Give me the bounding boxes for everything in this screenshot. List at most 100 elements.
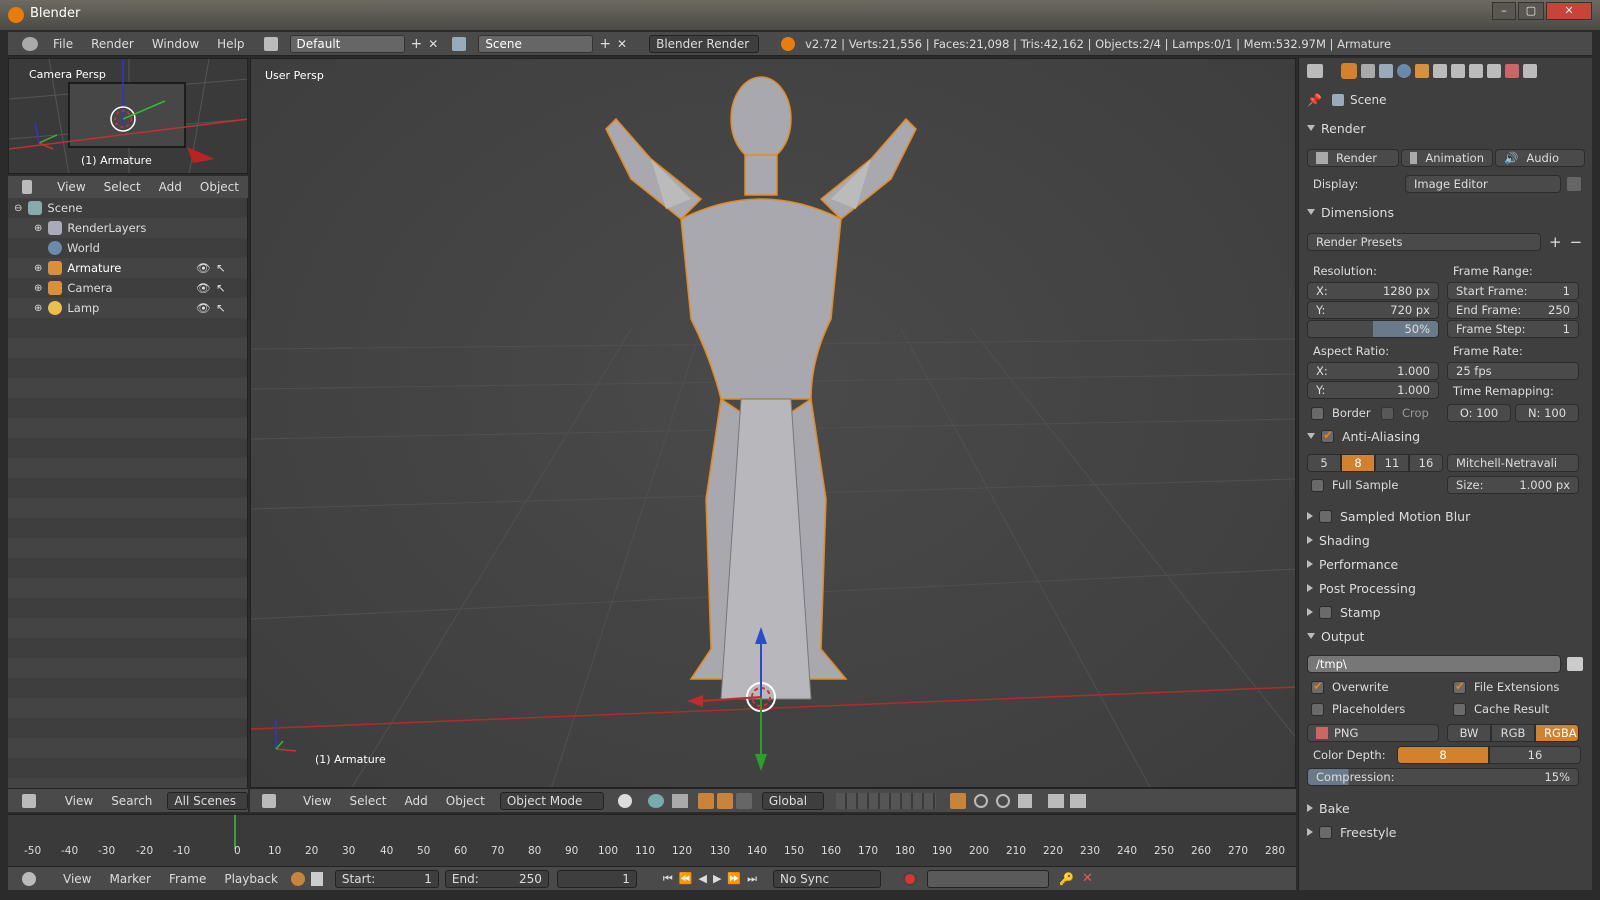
world-tab-icon[interactable] [1397,64,1411,78]
viewport-menu-add[interactable]: Add [396,794,437,808]
frame-rate-select[interactable]: 25 fps [1447,362,1579,380]
viewport-menu-view[interactable]: View [294,794,340,808]
panel-header-anti-aliasing[interactable]: Anti-Aliasing [1307,426,1585,446]
layer-buttons[interactable] [835,792,936,809]
panel-header-freestyle[interactable]: Freestyle [1307,822,1585,842]
panel-header-dimensions[interactable]: Dimensions [1307,202,1585,222]
panel-header-output[interactable]: Output [1307,626,1585,646]
transform-orientation-select[interactable]: Global [761,791,824,810]
scene-tab-icon[interactable] [1379,64,1393,78]
playback-controls[interactable]: ⏮⏪◀▶⏩⏭ [663,872,763,886]
physics-tab-icon[interactable] [1523,64,1537,78]
time-remap-new-field[interactable]: N: 100 [1515,404,1579,422]
remove-scene-icon[interactable]: ✕ [617,37,627,51]
color-mode-rgb[interactable]: RGB [1491,724,1535,742]
3d-viewport[interactable]: User Persp (1) Armature [250,58,1296,788]
current-frame-field[interactable]: 1 [556,869,637,888]
color-mode-rgba[interactable]: RGBA [1535,724,1579,742]
compression-slider[interactable]: Compression: 15% [1307,768,1579,786]
render-engine-select[interactable]: Blender Render [649,34,760,53]
panel-header-bake[interactable]: Bake [1307,798,1585,818]
sync-mode-select[interactable]: No Sync [773,869,882,888]
cache-result-checkbox[interactable]: Cache Result [1453,700,1549,718]
menu-render[interactable]: Render [82,37,143,51]
object-tab-icon[interactable] [1415,64,1429,78]
lock-layers-icon[interactable] [949,792,966,809]
scene-selector[interactable]: Scene [478,34,594,53]
outliner-editor-icon[interactable] [22,180,33,194]
resolution-percentage-slider[interactable]: 50% [1307,320,1439,338]
constraints-tab-icon[interactable] [1433,64,1447,78]
texture-tab-icon[interactable] [1505,64,1519,78]
resolution-y-field[interactable]: Y: 720 px [1307,301,1439,319]
panel-header-render[interactable]: Render [1307,118,1585,138]
panel-header-post-processing[interactable]: Post Processing [1307,578,1585,598]
time-remap-old-field[interactable]: O: 100 [1447,404,1511,422]
aa-filter-select[interactable]: Mitchell-Netravali [1447,454,1579,472]
add-scene-icon[interactable]: + [599,36,611,52]
aa-sample-16[interactable]: 16 [1409,454,1443,472]
visibility-eye-icon[interactable]: 👁 [196,301,211,315]
viewport-editor-icon[interactable] [262,793,276,808]
snap-element-icon[interactable] [1017,793,1032,808]
display-select[interactable]: Image Editor [1405,175,1561,193]
panel-header-shading[interactable]: Shading [1307,530,1585,550]
end-frame-field[interactable]: End: 250 [444,869,549,888]
file-format-select[interactable]: PNG [1307,724,1439,742]
scene-icon[interactable] [452,36,467,51]
menu-help[interactable]: Help [208,37,253,51]
aspect-x-field[interactable]: X: 1.000 [1307,362,1439,380]
translate-manipulator-icon[interactable] [697,792,714,809]
opengl-render-icon[interactable] [1047,793,1064,808]
timeline-menu-frame[interactable]: Frame [160,872,215,886]
bone-tab-icon[interactable] [1487,64,1501,78]
outliner-footer-search[interactable]: Search [102,794,161,808]
freestyle-checkbox[interactable] [1319,825,1332,839]
add-preset-icon[interactable]: + [1549,233,1562,251]
color-depth-16[interactable]: 16 [1489,746,1581,764]
scale-manipulator-icon[interactable] [735,792,752,809]
record-icon[interactable] [903,871,918,886]
expand-icon[interactable]: ⊕ [34,223,42,234]
layout-grid-icon[interactable] [263,36,278,51]
lock-interface-icon[interactable] [1567,177,1581,191]
remove-layout-icon[interactable]: ✕ [428,37,438,51]
visibility-eye-icon[interactable]: 👁 [196,281,211,295]
preview-range-icon[interactable] [290,871,305,886]
lock-icon[interactable] [310,871,323,886]
aa-sample-5[interactable]: 5 [1307,454,1341,472]
pivot-point-icon[interactable] [647,793,664,808]
render-image-button[interactable]: Render [1307,149,1399,167]
outliner-menu-object[interactable]: Object [191,180,248,194]
color-depth-8[interactable]: 8 [1397,746,1489,764]
timeline-menu-view[interactable]: View [54,872,100,886]
snap-toggle-icon[interactable] [995,793,1010,808]
outliner-item-world[interactable]: World [8,238,248,258]
outliner-menu-add[interactable]: Add [150,180,191,194]
start-frame-field[interactable]: Start Frame: 1 [1447,282,1579,300]
close-window-button[interactable]: ✕ [1546,2,1592,20]
rotate-manipulator-icon[interactable] [716,792,733,809]
viewport-menu-select[interactable]: Select [340,794,395,808]
delete-keyframe-icon[interactable]: ✕ [1082,871,1093,886]
outliner-menu-view[interactable]: View [48,180,94,194]
anti-aliasing-checkbox[interactable] [1321,428,1334,443]
expand-icon[interactable]: ⊕ [34,263,42,274]
outliner-menu-select[interactable]: Select [95,180,150,194]
panel-header-stamp[interactable]: Stamp [1307,602,1585,622]
interaction-mode-select[interactable]: Object Mode [499,791,604,810]
expand-icon[interactable]: ⊖ [14,203,22,214]
render-audio-button[interactable]: 🔊 Audio [1495,149,1585,167]
stamp-checkbox[interactable] [1319,605,1332,619]
keying-set-field[interactable] [927,869,1050,888]
aspect-y-field[interactable]: Y: 1.000 [1307,381,1439,399]
expand-icon[interactable]: ⊕ [34,303,42,314]
panel-header-performance[interactable]: Performance [1307,554,1585,574]
panel-header-sampled-motion-blur[interactable]: Sampled Motion Blur [1307,506,1585,526]
camera-preview-viewport[interactable]: Camera Persp (1) Armature [8,58,248,174]
end-frame-field[interactable]: End Frame: 250 [1447,301,1579,319]
timeline-menu-playback[interactable]: Playback [215,872,287,886]
outliner-item-renderlayers[interactable]: ⊕ RenderLayers [8,218,248,238]
viewport-menu-object[interactable]: Object [437,794,494,808]
timeline-editor-icon[interactable] [22,871,36,886]
